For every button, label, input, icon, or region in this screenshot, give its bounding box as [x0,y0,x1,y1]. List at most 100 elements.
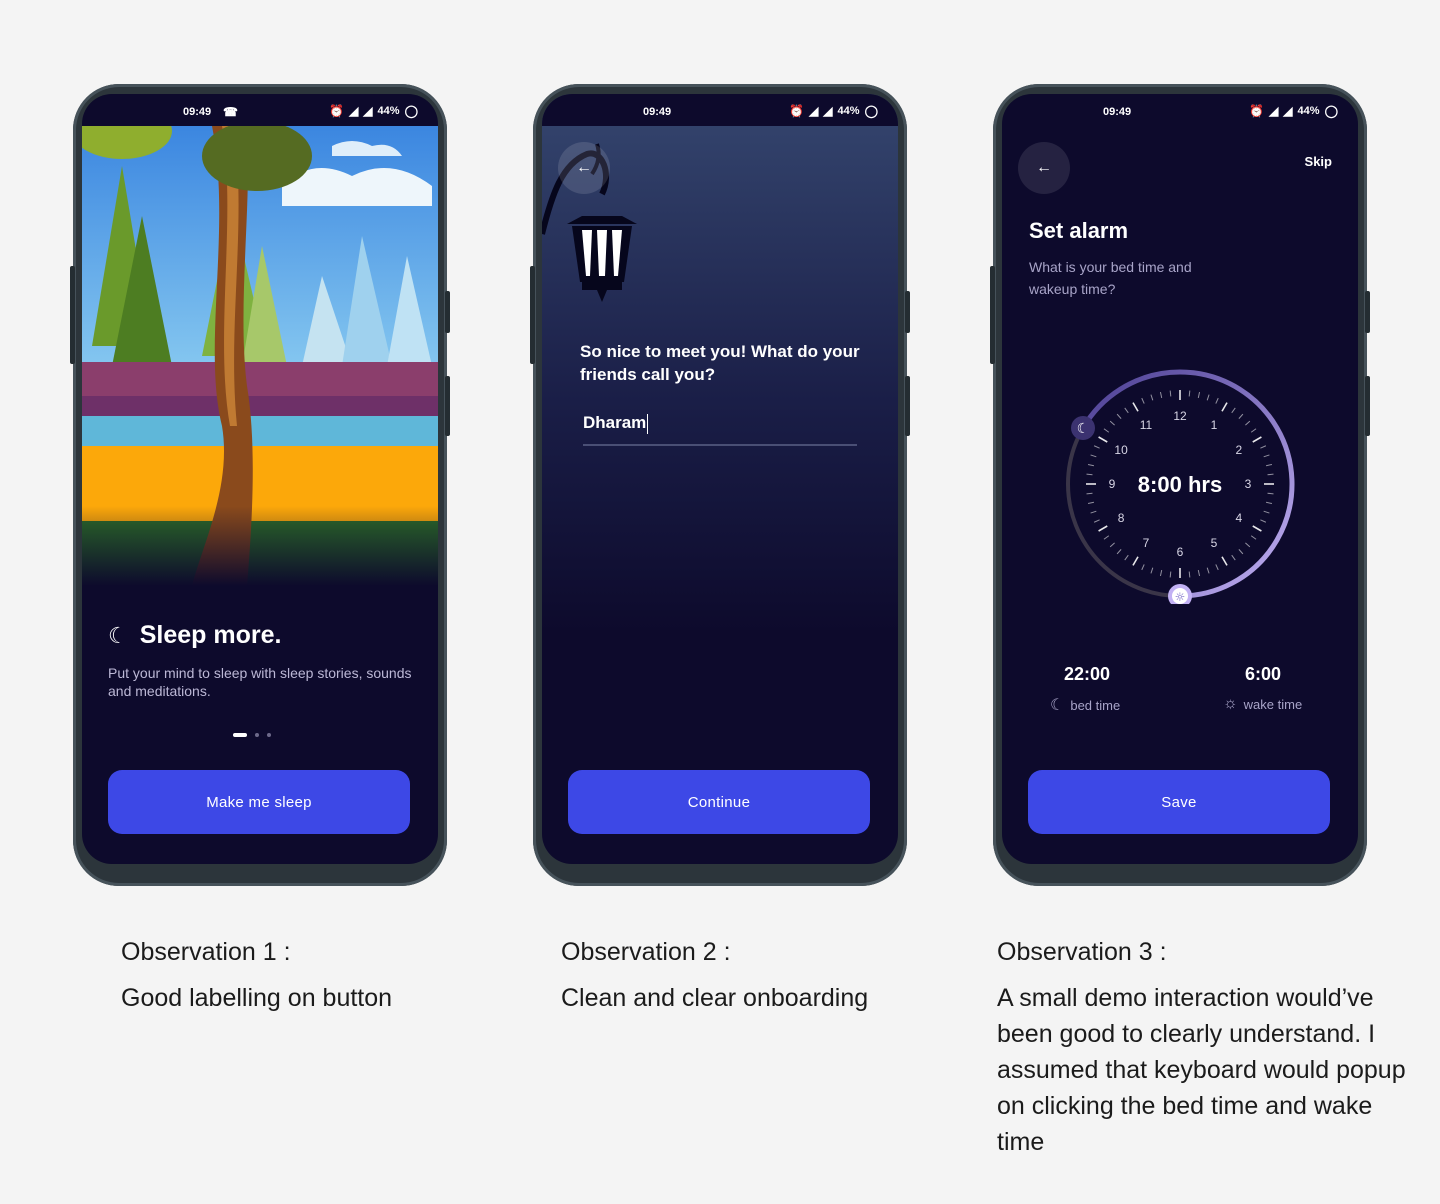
make-me-sleep-button[interactable]: Make me sleep [108,770,410,834]
name-field[interactable]: Dharam [583,410,857,446]
dial-tick [1086,492,1093,495]
observation-text: Good labelling on button [121,984,393,1012]
observation-text: Clean and clear onboarding [561,984,869,1012]
dial-tick [1221,402,1228,412]
signal-icon: ◢ [809,104,819,118]
moon-icon: ☾ [108,622,128,648]
page-subtitle: What is your bed time and wakeup time? [1029,259,1192,297]
battery-icon: ◯ [864,104,878,118]
dial-tick [1221,556,1228,566]
dial-tick [1090,454,1097,458]
dial-tick [1265,501,1273,505]
dial-number: 6 [1177,545,1184,559]
dial-tick [1260,519,1267,523]
status-time: 09:49 [183,106,212,118]
dial-tick [1260,445,1267,449]
dial-tick [1116,413,1122,419]
dial-tick [1103,535,1110,540]
bed-time-handle[interactable]: ☾ [1071,416,1096,440]
dial-tick [1090,510,1097,514]
dial-tick [1215,397,1219,404]
slide-content: ☾ Sleep more. Put your mind to sleep wit… [108,621,413,700]
dial-tick [1206,394,1210,401]
dial-tick [1238,413,1244,419]
continue-button[interactable]: Continue [568,770,870,834]
dial-tick [1093,519,1100,523]
dial-tick [1267,473,1274,476]
sleep-dial[interactable]: 121234567891011 8:00 hrs ☾ ☼ [1060,364,1300,604]
dial-tick [1263,510,1270,514]
dial-number: 5 [1211,536,1218,550]
signal-icon: ◢ [1269,104,1279,118]
observation-title: Observation 2 : [561,938,731,966]
dial-tick [1245,420,1251,426]
dial-tick [1197,569,1201,577]
dial-tick [1116,549,1122,555]
page-title: Set alarm [1029,218,1129,243]
dial-number: 9 [1109,477,1116,491]
dial-tick [1098,436,1108,443]
status-time: 09:49 [1103,106,1132,118]
dial-tick [1215,564,1219,571]
dial-tick [1265,463,1273,467]
page-dot[interactable] [267,733,271,737]
dial-tick [1109,542,1115,548]
dial-tick [1206,567,1210,574]
dial-number: 2 [1236,443,1243,457]
name-question: So nice to meet you! What do your friend… [580,342,860,384]
dial-tick [1188,571,1191,578]
dial-tick [1087,463,1095,467]
sun-icon: ☼ [1223,695,1238,712]
bed-time-summary[interactable]: 22:00 ☾ bed time [1050,664,1170,715]
dial-tick [1252,436,1262,443]
skip-link[interactable]: Skip [1305,154,1332,169]
wake-time-summary[interactable]: 6:00 ☼ wake time [1223,664,1343,713]
save-button[interactable]: Save [1028,770,1330,834]
dial-number: 12 [1173,409,1187,423]
moon-icon: ☾ [1050,697,1065,714]
dial-tick [1250,428,1257,433]
onboarding-screen-1: 09:49 ☎ ⏰ ◢ ◢ 44% ◯ ☾ Sleep more. Put yo… [82,94,438,864]
dial-tick [1141,397,1145,404]
name-field-value: Dharam [583,413,647,432]
phone-3: 09:49 ⏰ ◢ ◢ 44% ◯ ← Skip Set alarm What … [990,84,1370,886]
observation-title: Observation 3 : [997,938,1167,966]
status-bar: 09:49 ☎ ⏰ ◢ ◢ 44% ◯ [82,94,438,126]
dial-tick [1252,525,1262,532]
battery-percent: 44% [1297,105,1320,117]
dial-tick [1238,549,1244,555]
sun-icon: ☼ [1175,590,1186,604]
dial-tick [1086,473,1093,476]
status-bar: 09:49 ⏰ ◢ ◢ 44% ◯ [1002,94,1358,126]
dial-number: 11 [1140,418,1153,432]
dial-tick [1087,501,1095,505]
slide-description: Put your mind to sleep with sleep storie… [108,665,412,699]
status-bar: 09:49 ⏰ ◢ ◢ 44% ◯ [542,94,898,126]
dial-tick [1132,402,1139,412]
dial-tick [1169,390,1172,397]
dial-tick [1245,542,1251,548]
back-button[interactable]: ← [1018,142,1070,194]
page-dot[interactable] [255,733,259,737]
dial-number: 8 [1118,511,1125,525]
dial-tick [1169,571,1172,578]
observation-title: Observation 1 : [121,938,291,966]
alarm-icon: ⏰ [329,104,345,118]
wake-time-handle[interactable]: ☼ [1168,584,1192,604]
observation-text: A small demo interaction would’ve been g… [997,984,1406,1156]
dial-tick [1188,390,1191,397]
name-entry-screen: 09:49 ⏰ ◢ ◢ 44% ◯ ← So nice to meet you!… [542,94,898,864]
dial-tick [1267,492,1274,495]
dial-number: 4 [1236,511,1243,525]
whatsapp-icon: ☎ [223,105,238,119]
dial-tick [1250,535,1257,540]
pagination-dots[interactable] [233,733,271,737]
back-button[interactable]: ← [558,142,610,194]
dial-tick [1132,556,1139,566]
dial-tick [1103,428,1110,433]
set-alarm-screen: 09:49 ⏰ ◢ ◢ 44% ◯ ← Skip Set alarm What … [1002,94,1358,864]
battery-percent: 44% [837,105,860,117]
signal-icon: ◢ [1283,104,1293,118]
page-dot-active[interactable] [233,733,247,737]
moon-icon: ☾ [1077,421,1090,437]
